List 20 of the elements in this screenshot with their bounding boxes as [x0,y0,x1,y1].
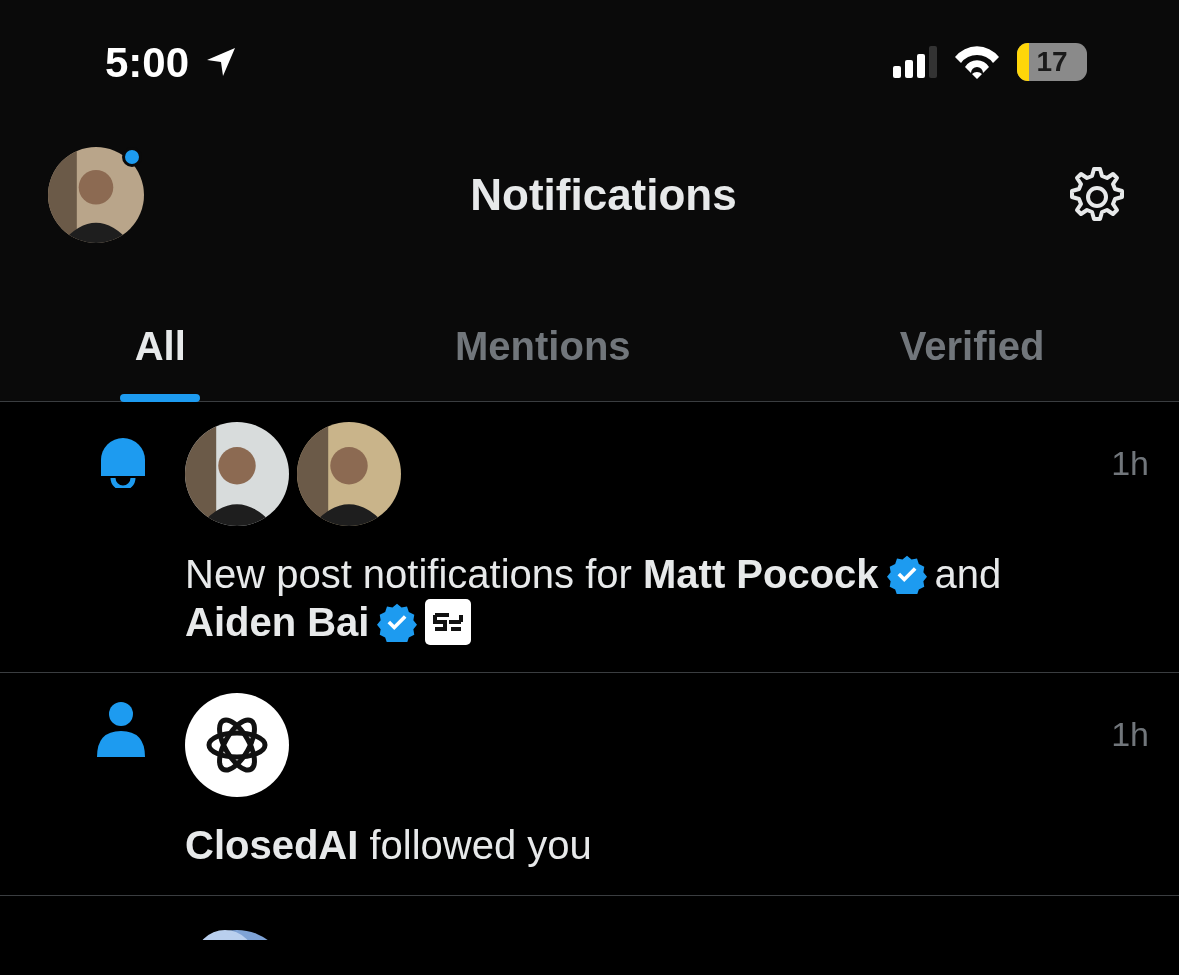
tab[interactable]: All [116,290,204,402]
verified-badge-icon [377,602,418,642]
tab[interactable]: Mentions [437,290,649,402]
knot-logo-icon [185,693,289,797]
notification-text: ClosedAI followed you [185,822,592,869]
person-icon [95,701,147,757]
location-arrow-icon [205,46,238,78]
notification-text: New post notifications for Matt Pocock [185,551,879,598]
affiliate-badge-icon [425,599,472,645]
notification-text: Aiden Bai [185,599,370,646]
clock-time: 5:00 [105,37,190,88]
notification-text: and [934,551,1002,598]
battery-icon: 17 [1017,43,1087,81]
timestamp: 1h [1111,443,1149,484]
signal-icon [893,46,937,78]
page-title: Notifications [469,169,738,221]
tab[interactable]: Verified [881,290,1063,402]
wifi-icon [953,45,1001,79]
verified-badge-icon [886,554,927,594]
timestamp: 1h [1111,714,1149,755]
